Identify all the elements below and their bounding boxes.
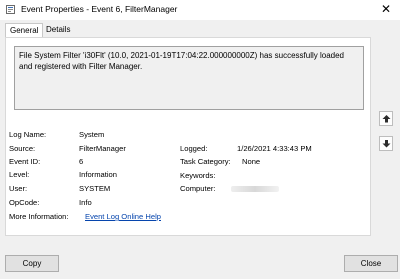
task-category-value[interactable]: None	[242, 157, 260, 167]
opcode-label: OpCode:	[9, 198, 40, 207]
redacted-mark	[231, 186, 279, 192]
level-label: Level:	[9, 170, 30, 179]
next-event-button[interactable]	[379, 136, 393, 151]
event-id-value[interactable]: 6	[79, 157, 83, 167]
event-id-label: Event ID:	[9, 157, 41, 166]
more-info-label: More Information:	[9, 212, 69, 221]
log-name-value[interactable]: System	[79, 130, 104, 140]
event-viewer-icon	[6, 5, 15, 14]
task-category-label: Task Category:	[180, 157, 231, 166]
logged-value[interactable]: 1/26/2021 4:33:43 PM	[237, 144, 312, 154]
source-label: Source:	[9, 144, 36, 153]
logged-label: Logged:	[180, 144, 208, 153]
log-name-label: Log Name:	[9, 130, 47, 139]
computer-label: Computer:	[180, 184, 216, 193]
previous-event-button[interactable]	[379, 111, 393, 126]
tab-details[interactable]: Details	[42, 23, 74, 36]
opcode-value[interactable]: Info	[79, 198, 92, 208]
keywords-label: Keywords:	[180, 171, 216, 180]
copy-button[interactable]: Copy	[5, 255, 59, 272]
event-log-online-help-link[interactable]: Event Log Online Help	[85, 212, 161, 222]
title-bar: Event Properties - Event 6, FilterManage…	[0, 0, 400, 20]
user-value[interactable]: SYSTEM	[79, 184, 110, 194]
window-title: Event Properties - Event 6, FilterManage…	[21, 4, 178, 14]
tab-general[interactable]: General	[5, 23, 44, 38]
level-value[interactable]: Information	[79, 170, 117, 180]
source-value[interactable]: FilterManager	[79, 144, 126, 154]
event-description[interactable]: File System Filter 'i30Flt' (10.0, 2021-…	[14, 46, 364, 110]
general-panel: File System Filter 'i30Flt' (10.0, 2021-…	[5, 37, 371, 236]
close-icon[interactable]: ✕	[381, 2, 391, 16]
user-label: User:	[9, 184, 28, 193]
close-button[interactable]: Close	[344, 255, 398, 272]
